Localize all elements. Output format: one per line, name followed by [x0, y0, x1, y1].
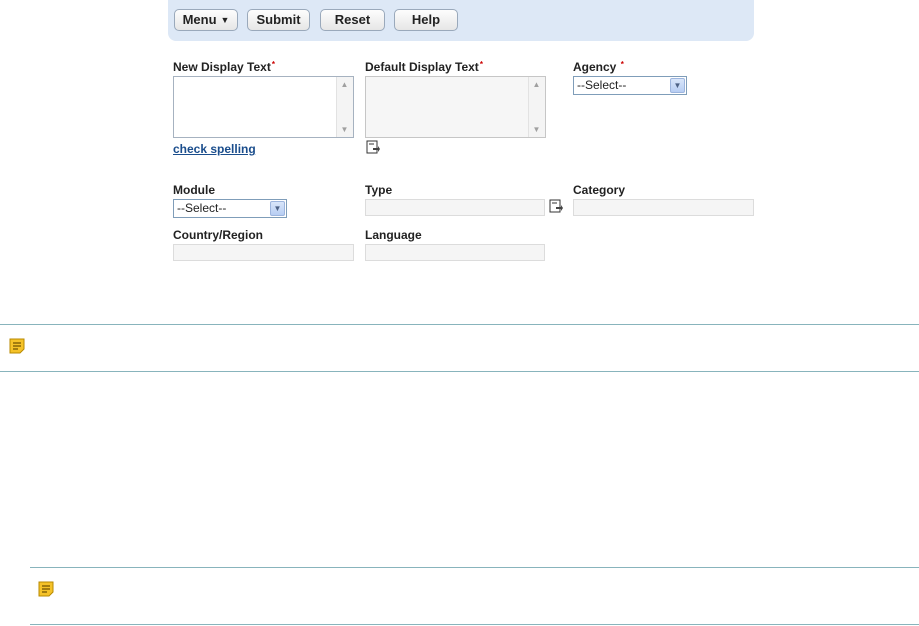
divider: [30, 624, 919, 625]
document-lookup-icon[interactable]: [366, 140, 381, 154]
required-mark: *: [479, 60, 483, 69]
menu-caret-icon: ▼: [220, 15, 230, 25]
country-region-field: [173, 244, 354, 261]
module-selected-value: --Select--: [177, 201, 227, 215]
scroll-up-icon[interactable]: ▲: [338, 78, 351, 91]
category-label: Category: [573, 183, 626, 197]
module-label: Module: [173, 183, 215, 197]
divider: [30, 567, 919, 568]
agency-label-text: Agency: [573, 60, 617, 74]
country-region-label: Country/Region: [173, 228, 263, 242]
note-icon: [9, 338, 25, 354]
scroll-up-icon[interactable]: ▲: [530, 78, 543, 91]
required-mark: *: [620, 60, 624, 69]
new-display-text-label-text: New Display Text: [173, 60, 271, 74]
textarea-scrollbar[interactable]: ▲ ▼: [528, 77, 545, 137]
divider: [0, 371, 919, 372]
note-icon: [38, 581, 54, 597]
agency-label: Agency *: [573, 60, 624, 74]
chevron-down-icon[interactable]: ▼: [270, 201, 285, 216]
default-display-text-textarea: ▲ ▼: [365, 76, 546, 138]
default-display-text-label-text: Default Display Text: [365, 60, 479, 74]
language-label: Language: [365, 228, 422, 242]
scroll-down-icon[interactable]: ▼: [530, 123, 543, 136]
module-select[interactable]: --Select-- ▼: [173, 199, 287, 218]
document-lookup-icon[interactable]: [549, 199, 564, 213]
help-button[interactable]: Help: [394, 9, 458, 31]
toolbar: Menu ▼ Submit Reset Help: [168, 0, 754, 41]
agency-selected-value: --Select--: [577, 78, 627, 92]
category-field: [573, 199, 754, 216]
scroll-down-icon[interactable]: ▼: [338, 123, 351, 136]
new-display-text-textarea[interactable]: ▲ ▼: [173, 76, 354, 138]
textarea-scrollbar[interactable]: ▲ ▼: [336, 77, 353, 137]
menu-button[interactable]: Menu ▼: [174, 9, 238, 31]
reset-button[interactable]: Reset: [320, 9, 385, 31]
type-label: Type: [365, 183, 393, 197]
menu-button-label: Menu: [182, 12, 217, 27]
divider: [0, 324, 919, 325]
chevron-down-icon[interactable]: ▼: [670, 78, 685, 93]
submit-button[interactable]: Submit: [247, 9, 310, 31]
default-display-text-label: Default Display Text*: [365, 60, 483, 74]
agency-select[interactable]: --Select-- ▼: [573, 76, 687, 95]
language-field: [365, 244, 545, 261]
check-spelling-link[interactable]: check spelling: [173, 142, 256, 156]
required-mark: *: [271, 60, 275, 69]
new-display-text-label: New Display Text*: [173, 60, 275, 74]
type-field: [365, 199, 545, 216]
